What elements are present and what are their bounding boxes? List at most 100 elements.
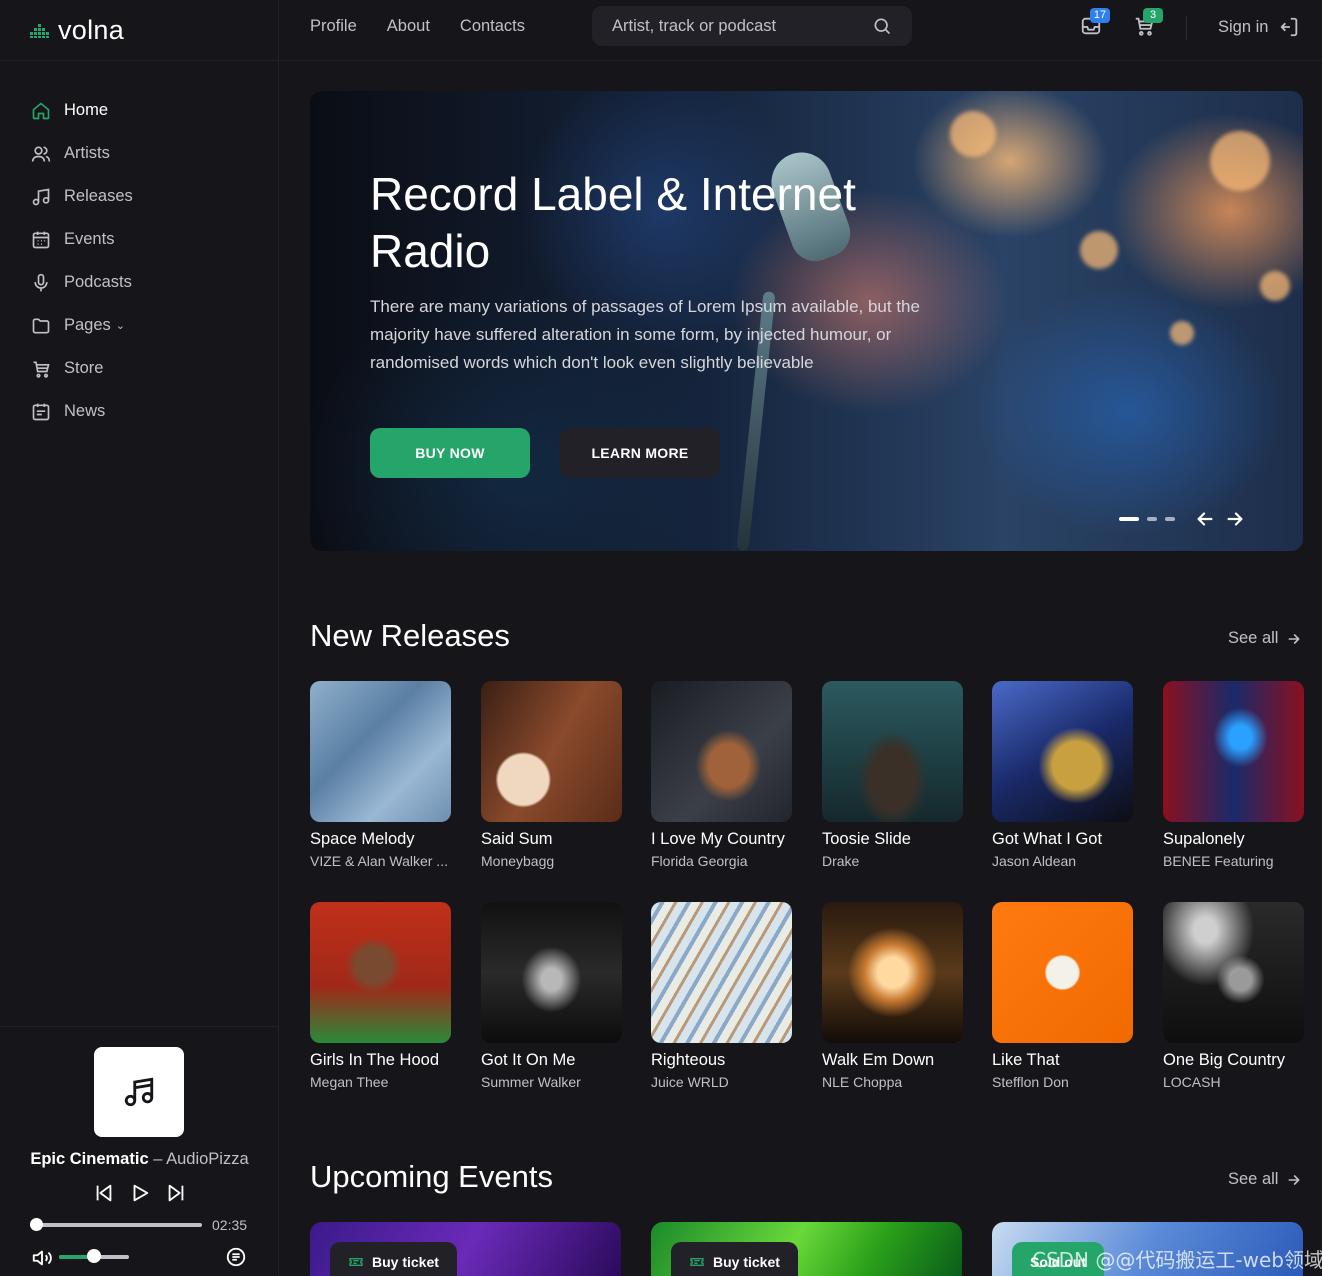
notifications-button[interactable]: 17 — [1080, 8, 1110, 37]
sidebar-item-label: Home — [64, 101, 109, 119]
nav-link-profile[interactable]: Profile — [310, 17, 357, 36]
logo-bar: volna — [0, 0, 278, 61]
audio-player: Epic Cinematic – AudioPizza 02:35 — [0, 1026, 279, 1276]
release-artist: Florida Georgia — [651, 853, 748, 869]
play-icon[interactable] — [129, 1182, 151, 1204]
new-releases-see-all-link[interactable]: See all — [1228, 629, 1302, 648]
calendar-icon — [31, 230, 51, 250]
hero-banner: Record Label & Internet Radio There are … — [310, 91, 1303, 551]
logo[interactable]: volna — [30, 15, 124, 46]
buy-now-button[interactable]: BUY NOW — [370, 428, 530, 478]
release-card[interactable]: Said Sum Moneybagg — [481, 681, 622, 869]
sidebar-item-events[interactable]: Events — [0, 218, 278, 261]
nav-link-about[interactable]: About — [387, 17, 430, 36]
microphone-icon — [31, 273, 51, 293]
release-card[interactable]: Got It On Me Summer Walker — [481, 902, 622, 1090]
track-info: Epic Cinematic – AudioPizza — [0, 1150, 279, 1169]
release-artist: BENEE Featuring — [1163, 853, 1274, 869]
release-artist: Summer Walker — [481, 1074, 581, 1090]
release-artist: Jason Aldean — [992, 853, 1077, 869]
bokeh-light — [950, 111, 996, 157]
playlist-icon[interactable] — [225, 1246, 247, 1268]
release-card[interactable]: Toosie Slide Drake — [822, 681, 963, 869]
release-cover — [992, 902, 1133, 1043]
sidebar-item-label: Store — [64, 359, 104, 377]
hero-title: Record Label & Internet Radio — [370, 168, 856, 277]
release-card[interactable]: I Love My Country Florida Georgia — [651, 681, 792, 869]
top-nav: Profile About Contacts — [310, 17, 525, 36]
hero-text: There are many variations of passages of… — [370, 297, 920, 372]
sidebar-item-news[interactable]: News — [0, 390, 278, 433]
chevron-down-icon: ⌄ — [115, 320, 126, 332]
events-see-all-link[interactable]: See all — [1228, 1170, 1302, 1189]
arrow-left-icon[interactable] — [1194, 508, 1216, 530]
release-cover — [651, 902, 792, 1043]
release-card[interactable]: Walk Em Down NLE Choppa — [822, 902, 963, 1090]
release-card[interactable]: Like That Stefflon Don — [992, 902, 1133, 1090]
cart-button[interactable]: 3 — [1133, 8, 1163, 37]
release-card[interactable]: Righteous Juice WRLD — [651, 902, 792, 1090]
release-title: Got It On Me — [481, 1051, 576, 1069]
buy-ticket-button[interactable]: Buy ticket — [671, 1242, 798, 1276]
volume-slider[interactable] — [59, 1249, 129, 1263]
search-input[interactable] — [612, 16, 872, 36]
event-card[interactable]: Buy ticket — [651, 1222, 962, 1276]
release-artist: Drake — [822, 853, 860, 869]
release-artist: Megan Thee — [310, 1074, 389, 1090]
release-title: Toosie Slide — [822, 830, 911, 848]
track-cover — [94, 1047, 184, 1137]
sidebar-item-label: Pages — [64, 316, 111, 334]
sidebar-item-home[interactable]: Home — [0, 89, 278, 132]
event-card[interactable]: Buy ticket — [310, 1222, 621, 1276]
bokeh-light — [1170, 321, 1194, 345]
release-title: Said Sum — [481, 830, 553, 848]
upcoming-events-title: Upcoming Events — [310, 1159, 553, 1194]
equalizer-logo-icon — [30, 22, 52, 38]
slider-dot[interactable] — [1119, 517, 1139, 521]
sidebar-item-artists[interactable]: Artists — [0, 132, 278, 175]
learn-more-button[interactable]: LEARN MORE — [560, 428, 720, 478]
sign-in-button[interactable]: Sign in — [1218, 16, 1300, 38]
users-icon — [31, 144, 51, 164]
slider-dot[interactable] — [1165, 517, 1175, 521]
folder-icon — [31, 316, 51, 336]
player-controls — [0, 1182, 279, 1204]
buy-ticket-button[interactable]: Buy ticket — [330, 1242, 457, 1276]
slider-dot[interactable] — [1147, 517, 1157, 521]
release-title: Supalonely — [1163, 830, 1245, 848]
header-divider — [1186, 16, 1187, 40]
sidebar-item-pages[interactable]: Pages ⌄ — [0, 304, 278, 347]
release-card[interactable]: Supalonely BENEE Featuring — [1163, 681, 1304, 869]
search-box — [592, 6, 912, 46]
volume-icon[interactable] — [31, 1247, 53, 1269]
sidebar-nav: Home Artists Releases Events Podcasts Pa… — [0, 61, 278, 433]
sidebar-item-store[interactable]: Store — [0, 347, 278, 390]
release-cover — [481, 902, 622, 1043]
release-cover — [651, 681, 792, 822]
arrow-right-icon[interactable] — [1224, 508, 1246, 530]
search-icon[interactable] — [872, 16, 892, 36]
next-track-icon[interactable] — [165, 1182, 187, 1204]
volume-knob[interactable] — [87, 1249, 101, 1263]
release-artist: NLE Choppa — [822, 1074, 903, 1090]
release-cover — [822, 902, 963, 1043]
release-artist: Juice WRLD — [651, 1074, 729, 1090]
newspaper-icon — [31, 402, 51, 422]
release-card[interactable]: Girls In The Hood Megan Thee — [310, 902, 451, 1090]
release-card[interactable]: One Big Country LOCASH — [1163, 902, 1304, 1090]
progress-slider[interactable] — [30, 1218, 202, 1231]
home-icon — [31, 101, 51, 121]
see-all-label: See all — [1228, 1170, 1279, 1188]
release-cover — [992, 681, 1133, 822]
sign-in-label: Sign in — [1218, 17, 1269, 36]
new-releases-title: New Releases — [310, 618, 510, 653]
progress-knob[interactable] — [30, 1218, 43, 1231]
sidebar-item-podcasts[interactable]: Podcasts — [0, 261, 278, 304]
previous-track-icon[interactable] — [93, 1182, 115, 1204]
release-card[interactable]: Space Melody VIZE & Alan Walker ... — [310, 681, 451, 869]
release-card[interactable]: Got What I Got Jason Aldean — [992, 681, 1133, 869]
sidebar-item-releases[interactable]: Releases — [0, 175, 278, 218]
sign-in-icon — [1278, 16, 1300, 38]
arrow-right-icon — [1286, 1172, 1302, 1188]
nav-link-contacts[interactable]: Contacts — [460, 17, 525, 36]
